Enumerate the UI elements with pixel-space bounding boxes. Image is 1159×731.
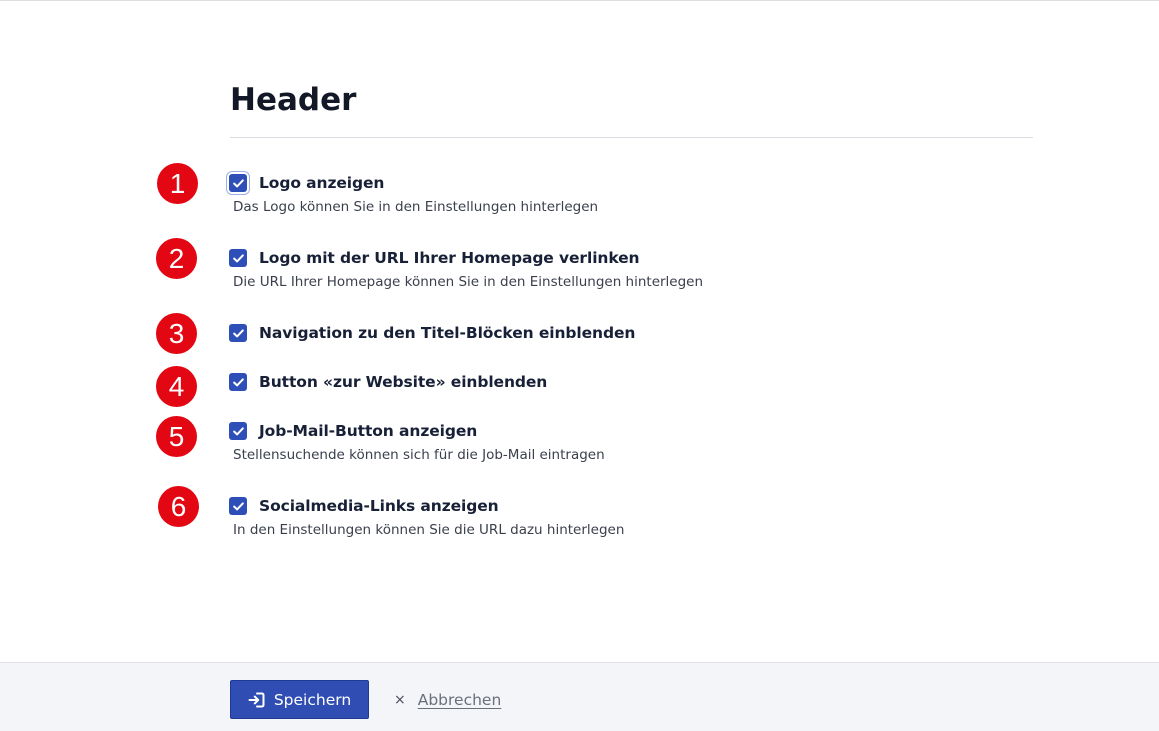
step-badge-6: 6 xyxy=(158,486,199,527)
option-show-logo: Logo anzeigen Das Logo können Sie in den… xyxy=(229,172,598,215)
page-title: Header xyxy=(230,82,357,118)
check-icon xyxy=(232,377,244,386)
option-label: Socialmedia-Links anzeigen xyxy=(259,497,499,515)
option-label: Job-Mail-Button anzeigen xyxy=(259,422,478,440)
checkbox-social-links[interactable] xyxy=(229,497,247,515)
checkbox-website-button[interactable] xyxy=(229,373,247,391)
option-label: Logo mit der URL Ihrer Homepage verlinke… xyxy=(259,249,640,267)
option-row[interactable]: Logo mit der URL Ihrer Homepage verlinke… xyxy=(229,247,703,269)
step-badge-5: 5 xyxy=(156,416,197,457)
save-button-label: Speichern xyxy=(273,690,352,709)
check-icon xyxy=(232,328,244,337)
step-badge-4: 4 xyxy=(156,366,197,407)
check-icon xyxy=(232,178,244,187)
settings-panel: Header 1 2 3 4 5 6 Logo anzeigen Das Log… xyxy=(0,0,1159,662)
option-label: Logo anzeigen xyxy=(259,174,385,192)
option-label: Navigation zu den Titel-Blöcken einblend… xyxy=(259,324,636,342)
checkbox-job-mail-button[interactable] xyxy=(229,422,247,440)
checkbox-link-logo[interactable] xyxy=(229,249,247,267)
option-row[interactable]: Socialmedia-Links anzeigen xyxy=(229,495,624,517)
cancel-label: Abbrechen xyxy=(417,691,502,709)
option-description: In den Einstellungen können Sie die URL … xyxy=(233,522,625,538)
check-icon xyxy=(232,426,244,435)
checkbox-show-logo[interactable] xyxy=(229,174,247,192)
option-description: Die URL Ihrer Homepage können Sie in den… xyxy=(233,274,704,290)
option-website-button: Button «zur Website» einblenden xyxy=(229,371,547,393)
option-link-logo: Logo mit der URL Ihrer Homepage verlinke… xyxy=(229,247,703,290)
cancel-link[interactable]: × Abbrechen xyxy=(394,689,501,711)
option-social-links: Socialmedia-Links anzeigen In den Einste… xyxy=(229,495,624,538)
option-row[interactable]: Navigation zu den Titel-Blöcken einblend… xyxy=(229,322,635,344)
check-icon xyxy=(232,253,244,262)
step-badge-2: 2 xyxy=(156,238,197,279)
option-row[interactable]: Job-Mail-Button anzeigen xyxy=(229,420,605,442)
option-description: Stellensuchende können sich für die Job-… xyxy=(233,447,605,463)
check-icon xyxy=(232,501,244,510)
checkbox-title-navigation[interactable] xyxy=(229,324,247,342)
close-icon: × xyxy=(394,692,406,708)
save-button[interactable]: Speichern xyxy=(230,680,369,719)
step-badge-1: 1 xyxy=(157,163,198,204)
step-badge-3: 3 xyxy=(156,313,197,354)
option-label: Button «zur Website» einblenden xyxy=(259,373,548,391)
form-footer: Speichern × Abbrechen xyxy=(0,662,1159,731)
option-row[interactable]: Button «zur Website» einblenden xyxy=(229,371,547,393)
option-job-mail-button: Job-Mail-Button anzeigen Stellensuchende… xyxy=(229,420,605,463)
sign-in-icon xyxy=(248,692,265,708)
option-description: Das Logo können Sie in den Einstellungen… xyxy=(233,199,599,215)
option-title-navigation: Navigation zu den Titel-Blöcken einblend… xyxy=(229,322,635,344)
option-row[interactable]: Logo anzeigen xyxy=(229,172,598,194)
title-divider xyxy=(230,137,1033,138)
